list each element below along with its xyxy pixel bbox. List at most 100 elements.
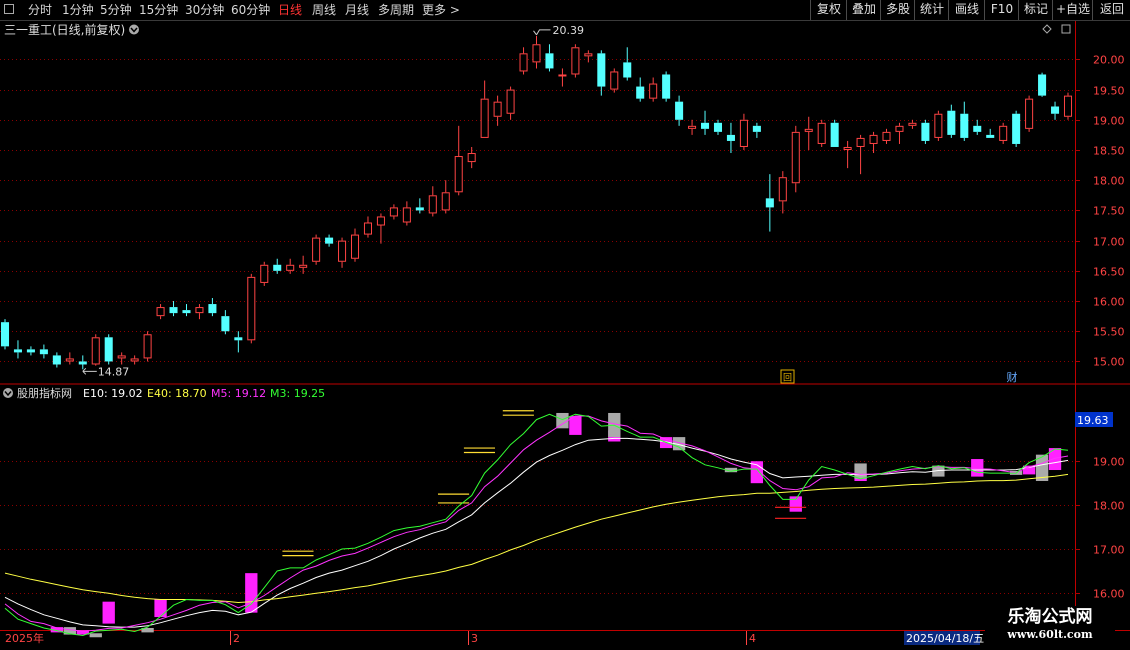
candle <box>934 110 943 141</box>
candle-body <box>143 334 152 359</box>
legend-e40: E40: 18.70 <box>147 387 207 400</box>
candle <box>908 119 917 129</box>
f10-button[interactable]: F10 <box>984 0 1019 20</box>
candle <box>376 213 385 244</box>
candle-body <box>104 337 113 362</box>
tab-more[interactable]: 更多 > <box>422 1 460 18</box>
legend-m3: M3: 19.25 <box>270 387 325 400</box>
candle-body <box>325 237 334 244</box>
candle-body <box>597 53 606 87</box>
adjust-button[interactable]: 复权 <box>810 0 847 20</box>
tab-multi-period[interactable]: 多周期 <box>378 1 414 18</box>
stats-button[interactable]: 统计 <box>914 0 949 20</box>
candle <box>947 104 956 138</box>
candle <box>688 119 697 135</box>
draw-button[interactable]: 画线 <box>948 0 985 20</box>
candle <box>169 301 178 317</box>
candle-body <box>688 125 697 129</box>
candlestick-series <box>0 35 1073 370</box>
indicator-line-m5 <box>4 415 1069 632</box>
main-tick-label: 19.50 <box>1093 85 1125 98</box>
candle <box>325 234 334 247</box>
candle-body <box>882 131 891 141</box>
candle <box>1012 110 1021 147</box>
diamond-icon[interactable] <box>1042 24 1052 34</box>
candle-body <box>169 307 178 314</box>
tab-intraday[interactable]: 分时 <box>28 1 52 18</box>
candle <box>765 174 774 232</box>
candle <box>973 119 982 135</box>
tab-daily[interactable]: 日线 <box>278 1 302 18</box>
indicator-y-axis: 16.00 17.00 18.00 19.00 <box>1075 456 1125 601</box>
indicator-dropdown-icon[interactable] <box>3 388 13 398</box>
indicator-name: 股朋指标网 <box>17 386 72 400</box>
indicator-line-e10 <box>4 437 1069 628</box>
candle <box>195 304 204 320</box>
tab-monthly[interactable]: 月线 <box>345 1 369 18</box>
tab-weekly[interactable]: 周线 <box>312 1 336 18</box>
mark-button[interactable]: 标记 <box>1018 0 1053 20</box>
candle-body <box>610 71 619 90</box>
candle <box>610 68 619 93</box>
candle-body <box>986 134 995 138</box>
candle-body <box>765 198 774 208</box>
window-icon[interactable] <box>4 4 14 14</box>
candle <box>960 101 969 141</box>
tab-15min[interactable]: 15分钟 <box>139 1 178 18</box>
signal-bar-gray <box>556 412 569 429</box>
candle-body <box>312 237 321 262</box>
main-tick-label: 15.00 <box>1093 356 1125 369</box>
candle <box>402 201 411 226</box>
candle <box>91 334 100 366</box>
stock-chart[interactable]: 三一重工(日线,前复权) 15.00 15.50 16.00 16.50 17.00 17… <box>0 21 1130 650</box>
tab-60min[interactable]: 60分钟 <box>231 1 270 18</box>
main-tick-label: 18.00 <box>1093 175 1125 188</box>
watermark-title: 乐淘公式网 <box>1007 607 1093 627</box>
date-box-label: 2025/04/18/五 <box>906 632 984 645</box>
candle-body <box>843 146 852 151</box>
candle <box>221 310 230 335</box>
tab-1min[interactable]: 1分钟 <box>62 1 94 18</box>
candle <box>675 95 684 126</box>
tab-30min[interactable]: 30分钟 <box>185 1 224 18</box>
tab-5min[interactable]: 5分钟 <box>100 1 132 18</box>
candle-body <box>26 349 35 353</box>
candle <box>130 355 139 365</box>
candle <box>312 234 321 265</box>
candle-body <box>13 349 22 353</box>
multi-stock-button[interactable]: 多股 <box>880 0 915 20</box>
candle-body <box>999 125 1008 141</box>
candle-body <box>273 264 282 271</box>
overlay-button[interactable]: 叠加 <box>846 0 881 20</box>
event-marker-finance[interactable]: 财 <box>1007 370 1018 384</box>
add-watchlist-button[interactable]: +自选 <box>1052 0 1093 20</box>
candle <box>52 352 61 368</box>
candle-body <box>454 156 463 193</box>
candle-body <box>428 195 437 214</box>
candle-body <box>480 98 489 138</box>
candle-body <box>973 125 982 132</box>
event-marker-review[interactable]: 回 <box>780 369 795 384</box>
candle <box>856 134 865 175</box>
candle-body <box>376 216 385 226</box>
candle <box>441 180 450 214</box>
title-dropdown-icon[interactable] <box>129 24 139 35</box>
maximize-icon[interactable] <box>1061 24 1071 34</box>
candle <box>454 125 463 196</box>
candle-body <box>830 122 839 147</box>
candle-body <box>221 316 230 332</box>
candle-body <box>39 349 48 355</box>
back-button[interactable]: 返回 <box>1092 0 1130 20</box>
candle <box>986 128 995 138</box>
candle-body <box>1012 113 1021 144</box>
candle-body <box>791 131 800 184</box>
candle-body <box>247 276 256 341</box>
main-tick-label: 18.50 <box>1093 145 1125 158</box>
candle <box>428 186 437 217</box>
x-axis: 2025年 2 3 4 2025/04/18/五 <box>5 631 984 645</box>
candle <box>830 119 839 147</box>
candle <box>506 86 515 120</box>
main-tick-label: 19.00 <box>1093 115 1125 128</box>
candle-body <box>532 44 541 63</box>
high-price-label: 20.39 <box>553 24 585 37</box>
